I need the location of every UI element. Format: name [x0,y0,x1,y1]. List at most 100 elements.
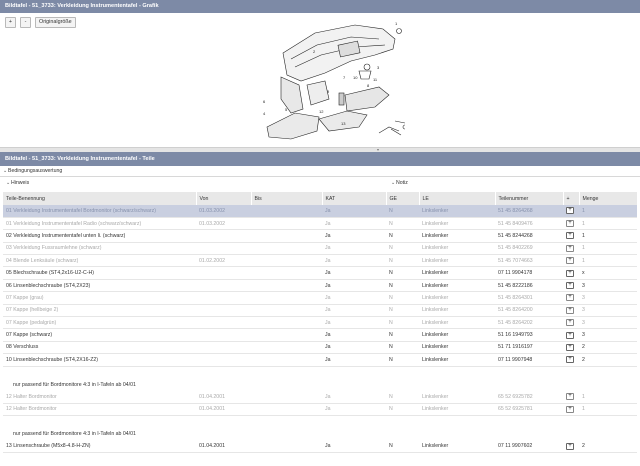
column-header-name[interactable]: Teile-Benennung [3,192,197,205]
parts-diagram[interactable]: 1 2 3 4 5 6 7 8 9 10 11 12 13 [255,15,405,147]
cell-kat: Ja [322,304,386,318]
column-header-quantity[interactable]: Menge [579,192,638,205]
cell-part-number: 65 52 6925782 [495,390,563,404]
add-to-cart-button[interactable]: + [566,220,574,228]
add-to-cart-button[interactable]: + [566,207,574,215]
table-row[interactable]: 02 Verkleidung Instrumententafel unten l… [3,229,637,243]
add-to-cart-button[interactable]: + [566,343,574,351]
cell-le: Linkslenker [419,254,495,268]
cell-quantity: 2 [579,341,637,355]
cell-le: Linkslenker [419,341,495,355]
cell-kat: Ja [322,266,386,280]
cell-quantity: 3 [579,291,637,305]
table-row[interactable]: 12 Halter Bordmonitor 01.04.2001 Ja N Linksl… [3,390,637,404]
add-to-cart-button[interactable]: + [566,356,574,364]
cell-from [196,242,251,256]
cell-le: Linkslenker [419,316,495,330]
cell-from [196,291,251,305]
conditions-label: Bedingungsauswertung [8,168,63,174]
cell-part-name: 04 Blende Lenksäule (schwarz) [3,254,196,268]
table-row[interactable]: 04 Blende Lenksäule (schwarz) 01.02.2002 J… [3,254,637,268]
cell-part-number: 51 71 1916197 [495,341,563,355]
cell-le: Linkslenker [419,205,495,218]
add-to-cart-button[interactable]: + [566,306,574,314]
cell-part-name: 06 Linsenblechschraube (ST4,2X23) [3,279,196,293]
cell-from [196,316,251,330]
table-row[interactable]: 10 Linsenblechschraube (ST4,2X16-Z2) Ja N L… [3,353,637,367]
cell-to [251,316,322,330]
column-header-from[interactable]: Von [196,192,252,205]
cell-from: 01.04.2001 [196,440,251,454]
cell-kat: Ja [322,328,386,342]
table-row[interactable]: 03 Verkleidung Fussraumlehne (schwarz) Ja… [3,242,637,256]
cell-part-number: 07 11 9907948 [495,353,563,367]
zoom-out-button[interactable]: - [20,17,31,28]
column-header-kat[interactable]: KAT [322,192,387,205]
callout-7: 7 [343,75,346,80]
cell-le: Linkslenker [419,291,495,305]
callout-12: 12 [319,109,324,114]
cell-part-name: 07 Kappe (grau) [3,291,196,305]
diagram-toolbar: + - Originalgröße [5,17,76,28]
cell-kat: Ja [322,242,386,256]
cell-quantity: 1 [579,229,637,243]
add-to-cart-button[interactable]: + [566,331,574,339]
add-to-cart-button[interactable]: + [566,319,574,327]
conditions-toggle[interactable]: ⌄Bedingungsauswertung [0,166,640,177]
table-row[interactable]: 08 Verschluss Ja N Linkslenker 51 71 1916197… [3,341,637,355]
hint-toggle[interactable]: ⌄Hinweis [3,178,29,188]
column-header-part-number[interactable]: Teilenummer [495,192,564,205]
column-header-to[interactable]: Bis [251,192,323,205]
add-to-cart-button[interactable]: + [566,232,574,240]
cell-ge: N [386,304,419,318]
cell-part-number: 51 45 8409476 [495,217,563,231]
table-row[interactable]: 07 Kappe (pedalgrün) Ja N Linkslenker 51 45 … [3,316,637,330]
add-to-cart-cell: + [563,440,579,454]
zoom-in-button[interactable]: + [5,17,16,28]
column-header-le[interactable]: LE [419,192,496,205]
cell-part-number: 65 52 6925781 [495,403,563,417]
table-row[interactable]: nur passend für Bordmonitore 4:3 in I-Ta… [3,378,637,390]
add-to-cart-button[interactable]: + [566,257,574,265]
table-row[interactable]: 05 Blechschraube (ST4,2x16-U2-C-H) Ja N Lin… [3,266,637,280]
spacer-cell [3,416,637,428]
cell-part-number: 51 45 8264200 [495,304,563,318]
add-to-cart-button[interactable]: + [566,393,574,401]
table-row[interactable]: 07 Kappe (schwarz) Ja N Linkslenker 51 16 19… [3,328,637,342]
cell-ge: N [386,242,419,256]
table-row[interactable]: 01 Verkleidung Instrumententafel Radio (… [3,217,637,231]
add-to-cart-cell: + [563,291,579,305]
cell-kat: Ja [322,205,386,218]
table-row[interactable]: 01 Verkleidung Instrumententafel Bordmon… [3,205,637,218]
cell-part-name: 12 Halter Bordmonitor [3,390,196,404]
cell-quantity: 3 [579,316,637,330]
column-header-ge[interactable]: GE [386,192,420,205]
column-header-add[interactable]: + [563,192,580,205]
cell-le: Linkslenker [419,242,495,256]
cell-part-name: 01 Verkleidung Instrumententafel Radio (… [3,217,196,231]
add-to-cart-cell: + [563,254,579,268]
table-row[interactable]: nur passend für Bordmonitore 4:3 in I-Ta… [3,428,637,440]
diagram-area[interactable]: 1 2 3 4 5 6 7 8 9 10 11 12 13 [0,13,640,147]
table-row[interactable]: 07 Kappe (grau) Ja N Linkslenker 51 45 82643… [3,291,637,305]
cell-to [251,217,322,231]
note-toggle[interactable]: ⌄Notiz [388,178,408,188]
add-to-cart-button[interactable]: + [566,405,574,413]
add-to-cart-button[interactable]: + [566,294,574,302]
original-size-button[interactable]: Originalgröße [35,17,76,28]
table-row[interactable]: 13 Linsenschraube (M5x8-4.8-H-ZN) 01.04.2… [3,440,637,454]
add-to-cart-cell: + [563,341,579,355]
table-row[interactable]: 06 Linsenblechschraube (ST4,2X23) Ja N Link… [3,279,637,293]
cell-kat: Ja [322,440,386,454]
table-row[interactable]: 12 Halter Bordmonitor 01.04.2001 Ja N Linksl… [3,403,637,417]
add-to-cart-button[interactable]: + [566,282,574,290]
add-to-cart-button[interactable]: + [566,244,574,252]
cell-quantity: 1 [579,254,637,268]
add-to-cart-button[interactable]: + [566,269,574,277]
cell-ge: N [386,328,419,342]
callout-9: 9 [327,89,330,94]
cell-kat: Ja [322,291,386,305]
add-to-cart-button[interactable]: + [566,442,574,450]
table-row[interactable]: 07 Kappe (hellbeige 2) Ja N Linkslenker 51 4… [3,304,637,318]
cell-quantity: 2 [579,440,637,454]
